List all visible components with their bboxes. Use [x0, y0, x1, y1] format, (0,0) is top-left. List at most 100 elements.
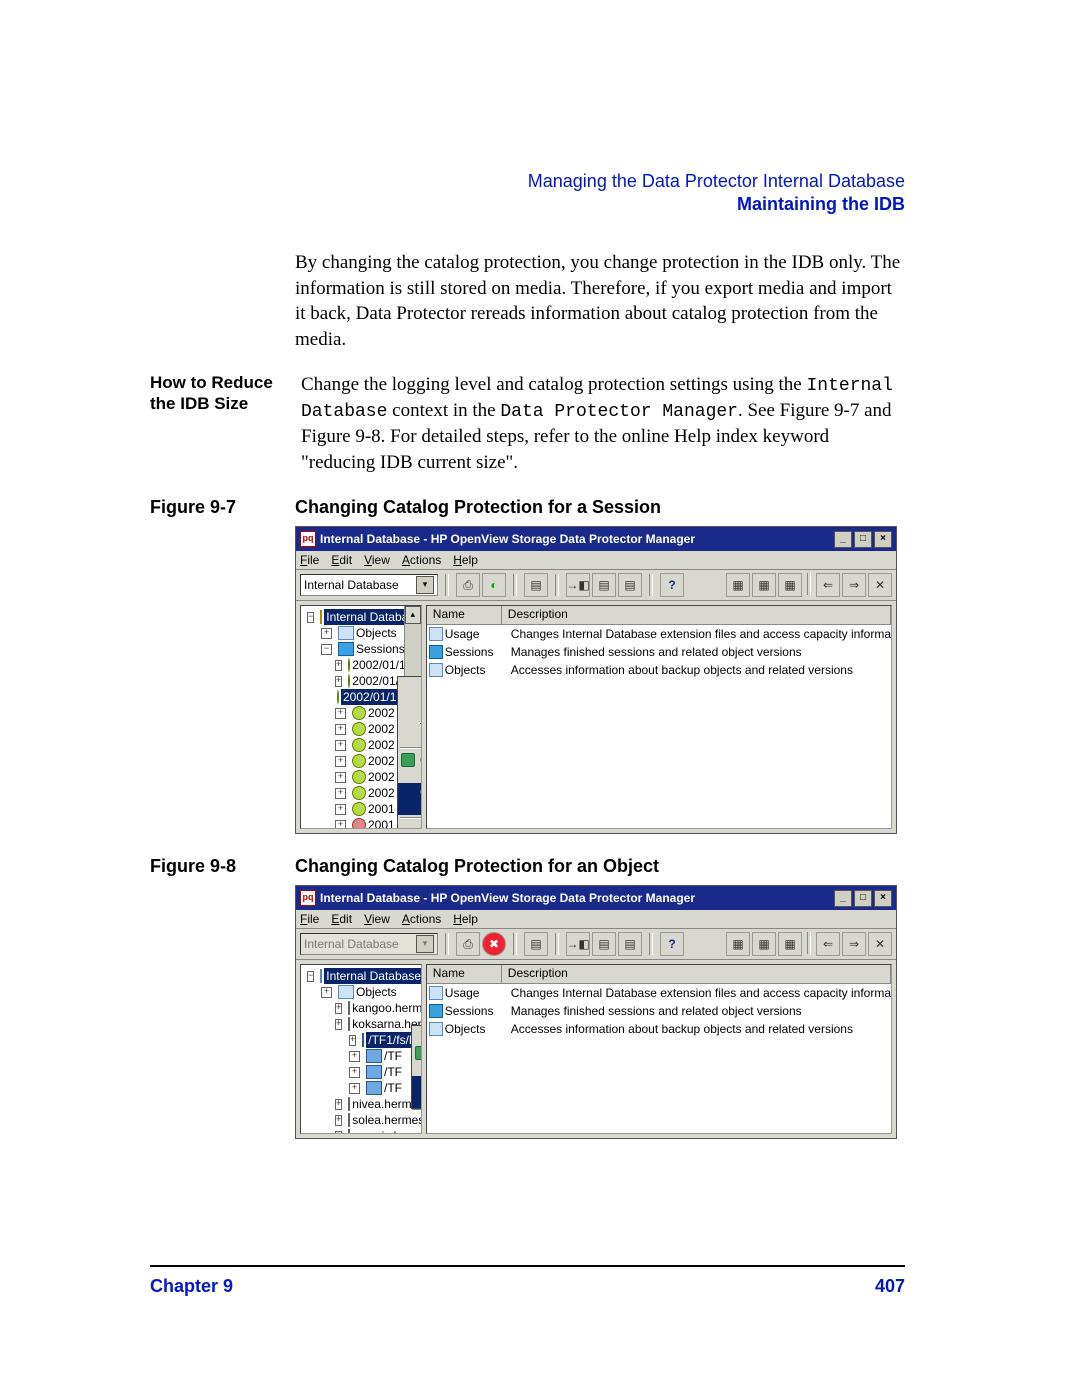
list-pane[interactable]: Name Description UsageChanges Internal D…	[426, 605, 892, 829]
toolbar-btn-r5[interactable]: ⇒	[842, 573, 866, 597]
toolbar-btn-4[interactable]: →◧	[566, 573, 590, 597]
col-name[interactable]: Name	[427, 606, 502, 624]
tree-node[interactable]: +/TF1/fs/HFS1 [/TF1/	[307, 1032, 418, 1048]
col-desc[interactable]: Description	[502, 965, 891, 983]
expander-icon[interactable]: +	[349, 1083, 360, 1094]
menu-file[interactable]: File	[300, 912, 319, 926]
expander-icon[interactable]: +	[335, 724, 346, 735]
toolbar-btn-1[interactable]: ⎙	[456, 573, 480, 597]
expander-icon[interactable]: +	[349, 1035, 356, 1046]
menu-edit[interactable]: Edit	[331, 912, 352, 926]
expander-icon[interactable]: −	[307, 971, 314, 982]
toolbar-btn-1[interactable]: ⎙	[456, 932, 480, 956]
list-item[interactable]: ObjectsAccesses information about backup…	[427, 1020, 891, 1038]
context-menu-item[interactable]: Change Catalog Protection...	[398, 783, 422, 815]
toolbar-stop[interactable]: ✖	[482, 932, 506, 956]
context-menu[interactable]: Remove VersionsRemove Session MessagesRe…	[397, 676, 422, 829]
toolbar-btn-3[interactable]: ▤	[524, 573, 548, 597]
expander-icon[interactable]: +	[321, 987, 332, 998]
context-menu-item[interactable]: Remove Session	[398, 727, 422, 745]
context-selector[interactable]: Internal Database ▾	[300, 574, 438, 596]
expander-icon[interactable]: +	[335, 1019, 342, 1030]
help-button[interactable]: ?	[660, 932, 684, 956]
expander-icon[interactable]: +	[335, 740, 346, 751]
expander-icon[interactable]: +	[335, 708, 346, 719]
expander-icon[interactable]: +	[349, 1051, 360, 1062]
menu-edit[interactable]: Edit	[331, 553, 352, 567]
context-menu-item[interactable]: Remove Versions	[412, 1026, 422, 1044]
toolbar-btn-2[interactable]: ◐	[482, 573, 506, 597]
minimize-button[interactable]: _	[834, 890, 852, 907]
tree-pane-2[interactable]: −Internal Database+Objects+kangoo.hermes…	[300, 964, 422, 1134]
expander-icon[interactable]: +	[335, 804, 346, 815]
expander-icon[interactable]: +	[349, 1067, 360, 1078]
context-menu-item[interactable]: Change Catalog Protection...	[412, 1076, 422, 1108]
menu-help[interactable]: Help	[453, 912, 478, 926]
context-menu-2[interactable]: Remove VersionsChange Data Protection...…	[411, 1025, 422, 1109]
list-item[interactable]: SessionsManages finished sessions and re…	[427, 1002, 891, 1020]
toolbar-btn-r4[interactable]: ⇐	[816, 932, 840, 956]
tree-node[interactable]: +Objects	[307, 625, 418, 641]
expander-icon[interactable]: +	[335, 820, 346, 830]
context-menu-item[interactable]: Properties...Alt+Enter	[398, 821, 422, 829]
tree-node[interactable]: −Internal Database	[307, 968, 418, 984]
expander-icon[interactable]: +	[335, 660, 342, 671]
tree-node[interactable]: +Objects	[307, 984, 418, 1000]
expander-icon[interactable]: +	[335, 772, 346, 783]
toolbar-btn-r1[interactable]: ▦	[726, 932, 750, 956]
minimize-button[interactable]: _	[834, 531, 852, 548]
toolbar-btn-5[interactable]: ▤	[592, 932, 616, 956]
expander-icon[interactable]: −	[321, 644, 332, 655]
scroll-up[interactable]: ▴	[405, 606, 421, 624]
context-menu-item[interactable]: Remove Session Messages	[398, 695, 422, 727]
expander-icon[interactable]: +	[335, 1131, 342, 1135]
toolbar-btn-r6[interactable]: ✕	[868, 573, 892, 597]
menubar[interactable]: File Edit View Actions Help	[296, 551, 896, 570]
expander-icon[interactable]: +	[335, 676, 342, 687]
dropdown-icon[interactable]: ▾	[416, 576, 434, 594]
col-desc[interactable]: Description	[502, 606, 891, 624]
context-menu-item[interactable]: Change Data Protection...	[412, 1044, 422, 1076]
list-item[interactable]: UsageChanges Internal Database extension…	[427, 984, 891, 1002]
tree-node[interactable]: +/TF	[307, 1064, 418, 1080]
list-item[interactable]: UsageChanges Internal Database extension…	[427, 625, 891, 643]
expander-icon[interactable]: +	[335, 1115, 342, 1126]
list-pane-2[interactable]: Name Description UsageChanges Internal D…	[426, 964, 892, 1134]
tree-node[interactable]: +koksarna.hermes	[307, 1016, 418, 1032]
tree-node[interactable]: +nivea.hermes	[307, 1096, 418, 1112]
toolbar-btn-r1[interactable]: ▦	[726, 573, 750, 597]
menu-actions[interactable]: Actions	[402, 912, 441, 926]
menu-file[interactable]: File	[300, 553, 319, 567]
tree-node[interactable]: +/TF	[307, 1048, 418, 1064]
context-menu-item[interactable]: Change Data Protection...	[398, 751, 422, 783]
expander-icon[interactable]: +	[335, 1099, 342, 1110]
toolbar-btn-5[interactable]: ▤	[592, 573, 616, 597]
tree-node[interactable]: +kangoo.hermes	[307, 1000, 418, 1016]
list-item[interactable]: ObjectsAccesses information about backup…	[427, 661, 891, 679]
close-button[interactable]: ×	[874, 531, 892, 548]
tree-node[interactable]: −Sessions	[307, 641, 418, 657]
tree-node[interactable]: −Internal Database	[307, 609, 418, 625]
toolbar-btn-r3[interactable]: ▦	[778, 573, 802, 597]
tree-node[interactable]: +2002/01/18-2	[307, 657, 418, 673]
menu-actions[interactable]: Actions	[402, 553, 441, 567]
menu-view[interactable]: View	[364, 912, 390, 926]
menu-view[interactable]: View	[364, 553, 390, 567]
toolbar-btn-6[interactable]: ▤	[618, 932, 642, 956]
toolbar-btn-r4[interactable]: ⇐	[816, 573, 840, 597]
toolbar-btn-r3[interactable]: ▦	[778, 932, 802, 956]
toolbar-btn-3[interactable]: ▤	[524, 932, 548, 956]
toolbar-btn-r5[interactable]: ⇒	[842, 932, 866, 956]
tree-node[interactable]: +/TF	[307, 1080, 418, 1096]
context-menu-item[interactable]: Remove Versions	[398, 677, 422, 695]
expander-icon[interactable]: +	[321, 628, 332, 639]
toolbar-btn-r2[interactable]: ▦	[752, 573, 776, 597]
expander-icon[interactable]: +	[335, 788, 346, 799]
tree-node[interactable]: +solea.hermes	[307, 1112, 418, 1128]
list-header[interactable]: Name Description	[427, 606, 891, 625]
help-button[interactable]: ?	[660, 573, 684, 597]
menu-help[interactable]: Help	[453, 553, 478, 567]
list-header-2[interactable]: Name Description	[427, 965, 891, 984]
menubar-2[interactable]: File Edit View Actions Help	[296, 910, 896, 929]
toolbar-btn-6[interactable]: ▤	[618, 573, 642, 597]
